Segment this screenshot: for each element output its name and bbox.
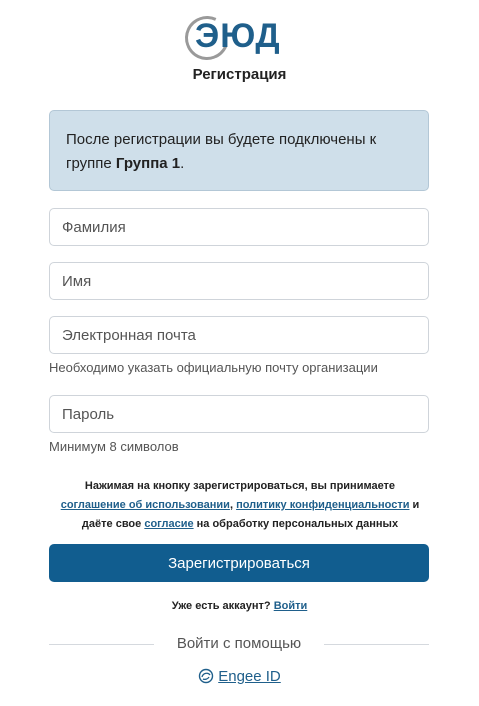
terms-notice: Нажимая на кнопку зарегистрироваться, вы… [40, 477, 440, 534]
password-input[interactable] [49, 395, 429, 433]
engee-login: Engee ID [0, 668, 479, 685]
email-input[interactable] [49, 316, 429, 354]
login-prompt: Уже есть аккаунт? Войти [0, 600, 479, 612]
privacy-policy-link[interactable]: политику конфиденциальности [236, 499, 409, 511]
engee-id-label: Engee ID [218, 668, 281, 685]
group-info-alert: После регистрации вы будете подключены к… [49, 110, 429, 191]
info-text-end: . [180, 155, 185, 172]
terms-and: и [409, 499, 420, 511]
terms-line-3-end: на обработку персональных данных [193, 518, 399, 530]
engee-id-link[interactable]: Engee ID [198, 668, 281, 685]
login-question: Уже есть аккаунт? [171, 600, 274, 612]
group-name: Группа 1 [115, 155, 181, 172]
divider-label: Войти с помощью [168, 635, 310, 652]
last-name-input[interactable] [49, 208, 429, 246]
login-link[interactable]: Войти [274, 600, 308, 612]
page-title: Регистрация [192, 66, 287, 83]
email-hint: Необходимо указать официальную почту орг… [49, 360, 378, 375]
consent-link[interactable]: согласие [144, 518, 193, 530]
register-button[interactable]: Зарегистрироваться [49, 544, 429, 582]
password-hint: Минимум 8 символов [49, 439, 179, 454]
engee-icon [199, 668, 214, 684]
info-text: После регистрации вы будете подключены к… [66, 131, 377, 172]
usage-agreement-link[interactable]: соглашение об использовании [61, 499, 230, 511]
terms-line-1: Нажимая на кнопку зарегистрироваться, вы… [84, 480, 396, 492]
terms-line-3-start: даёте свое [81, 518, 145, 530]
first-name-input[interactable] [49, 262, 429, 300]
logo-text: ЭЮД [195, 17, 281, 55]
alt-login-divider: Войти с помощью [49, 634, 429, 654]
brand-logo: ЭЮД [178, 9, 295, 67]
